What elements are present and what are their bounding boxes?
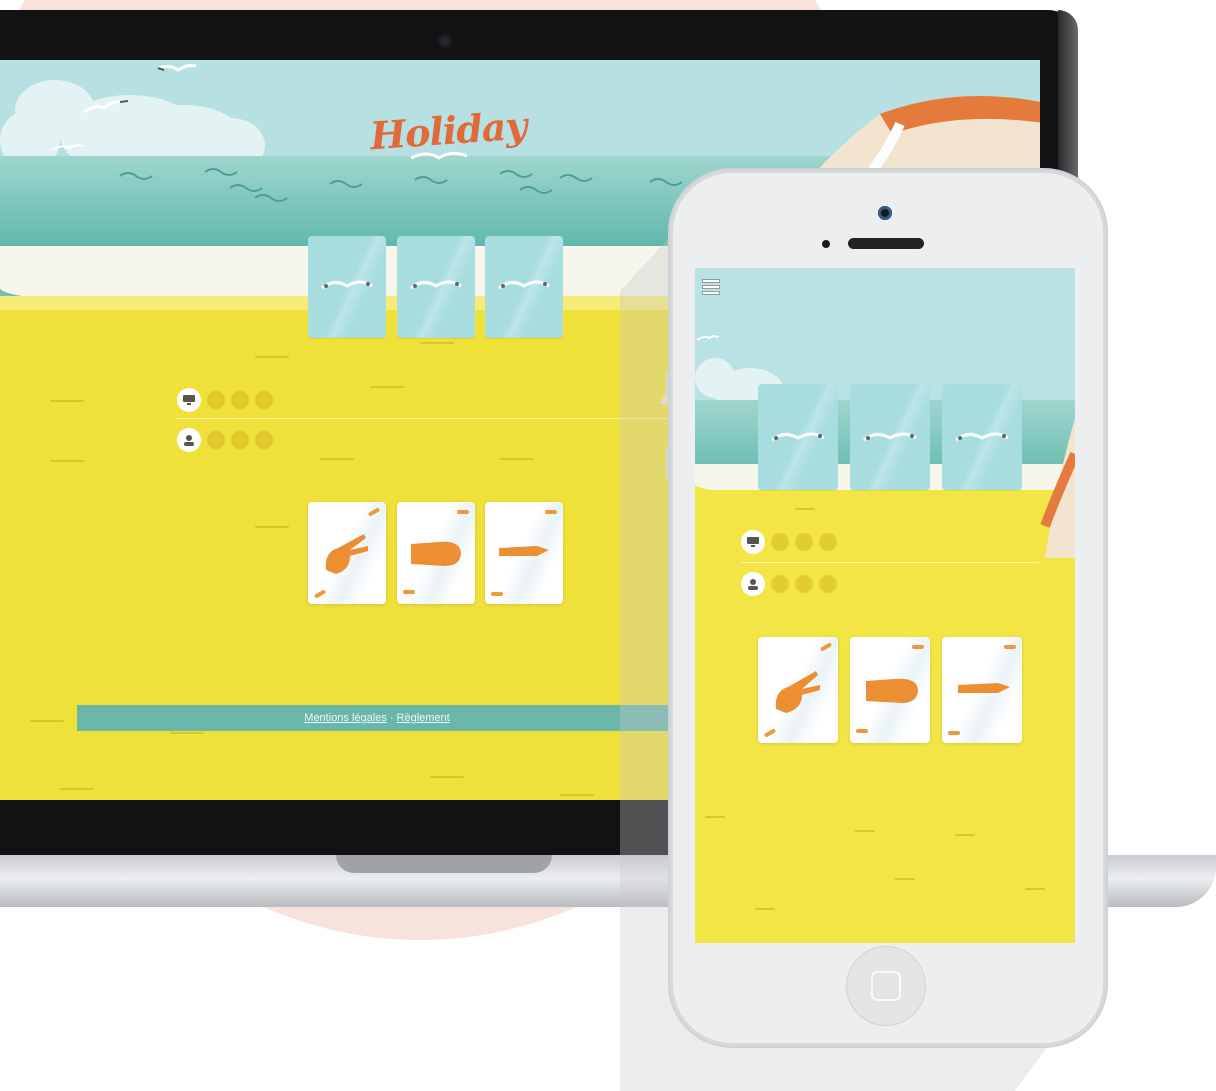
user-score-row (741, 572, 837, 596)
score-point (771, 575, 789, 593)
scissors-card[interactable] (758, 637, 838, 743)
score-point (207, 431, 225, 449)
sand-mark (370, 386, 404, 388)
score-point (255, 431, 273, 449)
opponent-card (485, 236, 563, 338)
rock-hand-icon (866, 678, 918, 703)
opponent-card (308, 236, 386, 338)
mini-hand (856, 729, 868, 733)
footer-separator: · (389, 712, 394, 724)
mobile-screen (695, 268, 1075, 943)
phone-camera (878, 206, 892, 220)
seagull-icon (83, 100, 129, 114)
home-square-icon (871, 971, 901, 1001)
seagull-icon (771, 432, 825, 442)
sand-mark (755, 908, 775, 910)
seagull-icon (157, 64, 197, 72)
user-score-row (177, 428, 273, 452)
laptop-notch (336, 855, 552, 873)
scissors-hand-icon (325, 534, 368, 574)
rock-card[interactable] (397, 502, 475, 604)
user-icon (741, 572, 765, 596)
score-point (207, 391, 225, 409)
seagull-icon (863, 432, 917, 442)
mini-hand (948, 731, 960, 735)
home-button[interactable] (846, 946, 926, 1026)
mini-hand (1004, 645, 1016, 649)
sand-mark (560, 794, 594, 796)
sand-mark (705, 816, 725, 818)
score-divider (741, 562, 1039, 563)
seagull-icon (51, 144, 85, 151)
sand-mark (955, 834, 975, 836)
sand-mark (60, 788, 94, 790)
computer-icon (177, 388, 201, 412)
rock-card[interactable] (850, 637, 930, 743)
sand-mark (255, 356, 289, 358)
score-point (231, 431, 249, 449)
rock-hand-icon (411, 541, 461, 566)
paper-hand-icon (499, 546, 549, 556)
legal-notice-link[interactable]: Mentions légales (304, 712, 387, 724)
mini-hand (457, 510, 469, 514)
opponent-card (850, 384, 930, 490)
scissors-hand-icon (775, 671, 820, 713)
score-point (231, 391, 249, 409)
seagull-icon (498, 280, 550, 290)
seagull-icon (696, 335, 720, 341)
sand-mark (50, 400, 84, 402)
sand-mark (895, 878, 915, 880)
hamburger-menu-icon[interactable] (703, 280, 719, 294)
scissors-card[interactable] (308, 502, 386, 604)
score-point (819, 575, 837, 593)
sand-mark (30, 720, 64, 722)
sand-mark (1025, 888, 1045, 890)
score-point (819, 533, 837, 551)
sand-mark (855, 830, 875, 832)
logo-seagull-icon (410, 151, 468, 160)
computer-icon (741, 530, 765, 554)
score-point (795, 575, 813, 593)
mini-hand (403, 590, 415, 594)
mini-hand (313, 589, 327, 599)
score-point (771, 533, 789, 551)
opponent-card (758, 384, 838, 490)
sand-mark (255, 526, 289, 528)
score-point (795, 533, 813, 551)
sand-mark (500, 458, 534, 460)
opponent-card (397, 236, 475, 338)
laptop-camera (440, 36, 450, 46)
sand-mark (170, 732, 204, 734)
computer-score-row (177, 388, 273, 412)
sand-mark (420, 342, 454, 344)
mini-hand (763, 728, 777, 738)
paper-hand-icon (958, 683, 1010, 693)
sand-mark (795, 508, 815, 510)
mini-hand (367, 507, 381, 517)
mini-hand (819, 642, 833, 652)
mini-hand (545, 510, 557, 514)
mini-hand (912, 645, 924, 649)
seagull-icon (321, 280, 373, 290)
sand-mark (50, 460, 84, 462)
seagull-icon (955, 432, 1009, 442)
score-divider (176, 418, 676, 419)
phone-sensor (822, 240, 830, 248)
phone-speaker (848, 238, 924, 249)
seagull-icon (410, 280, 462, 290)
paper-card[interactable] (485, 502, 563, 604)
computer-score-row (741, 530, 837, 554)
opponent-card (942, 384, 1022, 490)
footer-bar: Mentions légales · Règlement (77, 705, 677, 731)
sand-mark (320, 458, 354, 460)
sand-mark (430, 776, 464, 778)
score-point (255, 391, 273, 409)
mini-hand (491, 592, 503, 596)
paper-card[interactable] (942, 637, 1022, 743)
user-icon (177, 428, 201, 452)
rules-link[interactable]: Règlement (397, 712, 450, 724)
